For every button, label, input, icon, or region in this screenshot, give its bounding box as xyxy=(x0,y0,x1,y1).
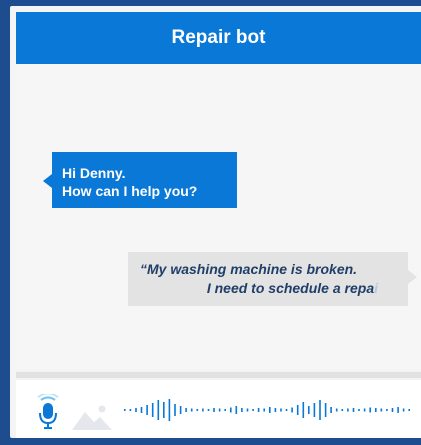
waveform-bar xyxy=(274,408,277,412)
waveform-bar xyxy=(308,406,310,414)
waveform-bar xyxy=(402,408,405,412)
bot-message-line-2: How can I help you? xyxy=(62,183,198,199)
waveform-bar xyxy=(347,408,349,412)
waveform-bar xyxy=(252,409,254,411)
bot-message-line-1: Hi Denny. xyxy=(62,165,126,181)
waveform-bar xyxy=(269,407,271,413)
waveform-bar xyxy=(263,408,265,412)
waveform-bar xyxy=(163,402,165,418)
waveform-bar xyxy=(397,407,399,413)
waveform-bar xyxy=(157,400,160,420)
waveform-bar xyxy=(341,409,344,411)
waveform-bar xyxy=(179,406,182,414)
waveform-bar xyxy=(291,407,293,413)
input-bar xyxy=(16,380,421,438)
waveform-bar xyxy=(313,403,316,417)
waveform-bar xyxy=(391,408,394,412)
user-message-line-2: I need to schedule a repai xyxy=(140,279,398,298)
audio-waveform xyxy=(124,399,410,421)
chat-window: Repair bot Hi Denny. How can I help you?… xyxy=(10,6,421,438)
waveform-bar xyxy=(168,399,171,421)
waveform-bar xyxy=(319,400,321,420)
waveform-bar xyxy=(324,403,327,417)
user-message-line-1: “My washing machine is broken. xyxy=(140,261,358,277)
waveform-bar xyxy=(135,408,137,412)
microphone-icon[interactable] xyxy=(36,394,60,430)
waveform-bar xyxy=(196,409,199,411)
image-icon[interactable] xyxy=(72,402,112,430)
waveform-bar xyxy=(146,405,148,415)
waveform-bar xyxy=(380,408,383,412)
waveform-bar xyxy=(375,408,377,412)
chat-area: Hi Denny. How can I help you? “My washin… xyxy=(16,64,421,369)
typing-cursor-char: i xyxy=(374,280,378,296)
header-bar: Repair bot xyxy=(16,12,421,64)
waveform-bar xyxy=(352,408,355,412)
bot-message-bubble: Hi Denny. How can I help you? xyxy=(43,152,237,208)
waveform-bar xyxy=(190,408,193,412)
waveform-bar xyxy=(302,402,305,418)
waveform-bar xyxy=(230,407,232,413)
waveform-bar xyxy=(363,408,366,412)
waveform-bar xyxy=(408,409,410,411)
waveform-bar xyxy=(218,408,221,412)
waveform-bar xyxy=(257,408,260,412)
waveform-bar xyxy=(124,409,126,411)
waveform-bar xyxy=(207,409,210,411)
waveform-bar xyxy=(129,409,132,411)
waveform-bar xyxy=(386,409,388,411)
waveform-bar xyxy=(235,406,238,414)
waveform-bar xyxy=(174,404,176,416)
waveform-bar xyxy=(246,408,249,412)
input-divider xyxy=(16,372,421,378)
waveform-bar xyxy=(185,408,187,412)
waveform-bar xyxy=(241,408,243,412)
waveform-bar xyxy=(330,407,332,413)
waveform-bar xyxy=(296,405,299,415)
waveform-bar xyxy=(213,408,215,412)
waveform-bar xyxy=(280,408,282,412)
waveform-bar xyxy=(224,409,226,411)
waveform-bar xyxy=(202,408,204,412)
waveform-bar xyxy=(335,408,338,412)
waveform-bar xyxy=(358,409,360,411)
waveform-bar xyxy=(151,403,154,417)
header-title: Repair bot xyxy=(171,27,266,48)
waveform-bar xyxy=(285,409,288,411)
user-message-text: I need to schedule a repa xyxy=(206,280,375,296)
user-message-bubble: “My washing machine is broken. I need to… xyxy=(128,252,417,306)
waveform-bar xyxy=(369,407,371,413)
waveform-bar xyxy=(140,407,143,413)
